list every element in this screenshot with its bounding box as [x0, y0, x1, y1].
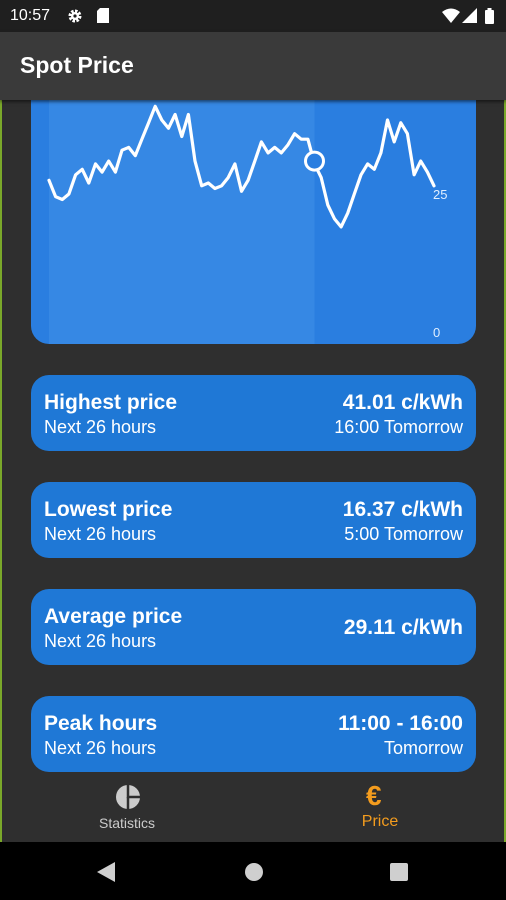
battery-icon [485, 8, 494, 29]
card-detail: 16:00 Tomorrow [334, 417, 463, 437]
system-navigation-bar [0, 842, 506, 900]
average-price-card[interactable]: Average price Next 26 hours 29.11 c/kWh [31, 589, 476, 665]
card-subtitle: Next 26 hours [44, 417, 157, 437]
gear-icon [67, 8, 83, 29]
app-bar: Spot Price [0, 32, 506, 100]
card-title: Lowest price [44, 498, 173, 521]
nav-statistics[interactable]: Statistics [27, 776, 227, 840]
sd-card-icon [97, 8, 109, 28]
card-value: 11:00 - 16:00 [338, 712, 463, 735]
status-bar: 10:57 [0, 0, 506, 32]
bottom-navigation: Statistics € Price [2, 776, 504, 840]
card-detail: Tomorrow [383, 738, 463, 758]
highest-price-card[interactable]: Highest price Next 26 hours 41.01 c/kWh … [31, 375, 476, 451]
wifi-icon [442, 8, 460, 28]
signal-icon [462, 8, 477, 28]
card-value: 16.37 c/kWh [342, 498, 463, 521]
peak-hours-card[interactable]: Peak hours Next 26 hours 11:00 - 16:00 T… [31, 696, 476, 772]
card-subtitle: Next 26 hours [44, 524, 157, 544]
card-title: Highest price [44, 391, 178, 414]
card-title: Peak hours [44, 712, 158, 735]
current-price-marker[interactable] [304, 150, 325, 172]
euro-icon: € [366, 780, 382, 811]
price-chart: 25 0 [31, 100, 476, 344]
pie-chart-icon [115, 784, 141, 815]
y-tick-label: 25 [433, 187, 447, 202]
status-time: 10:57 [10, 7, 51, 24]
price-chart-svg: 25 0 [47, 100, 447, 344]
nav-label: Price [361, 813, 399, 830]
card-title: Average price [44, 605, 183, 628]
nav-price[interactable]: € Price [280, 776, 480, 840]
nav-label: Statistics [98, 815, 155, 831]
home-icon[interactable] [244, 862, 264, 887]
card-value: 29.11 c/kWh [343, 616, 463, 639]
lowest-price-card[interactable]: Lowest price Next 26 hours 16.37 c/kWh 5… [31, 482, 476, 558]
card-detail: 5:00 Tomorrow [344, 524, 463, 544]
y-tick-label: 0 [433, 325, 440, 340]
card-subtitle: Next 26 hours [44, 738, 157, 758]
page-title: Spot Price [20, 52, 134, 78]
back-icon[interactable] [97, 862, 115, 887]
card-value: 41.01 c/kWh [342, 391, 463, 414]
card-subtitle: Next 26 hours [44, 631, 157, 651]
recents-icon[interactable] [390, 863, 408, 886]
